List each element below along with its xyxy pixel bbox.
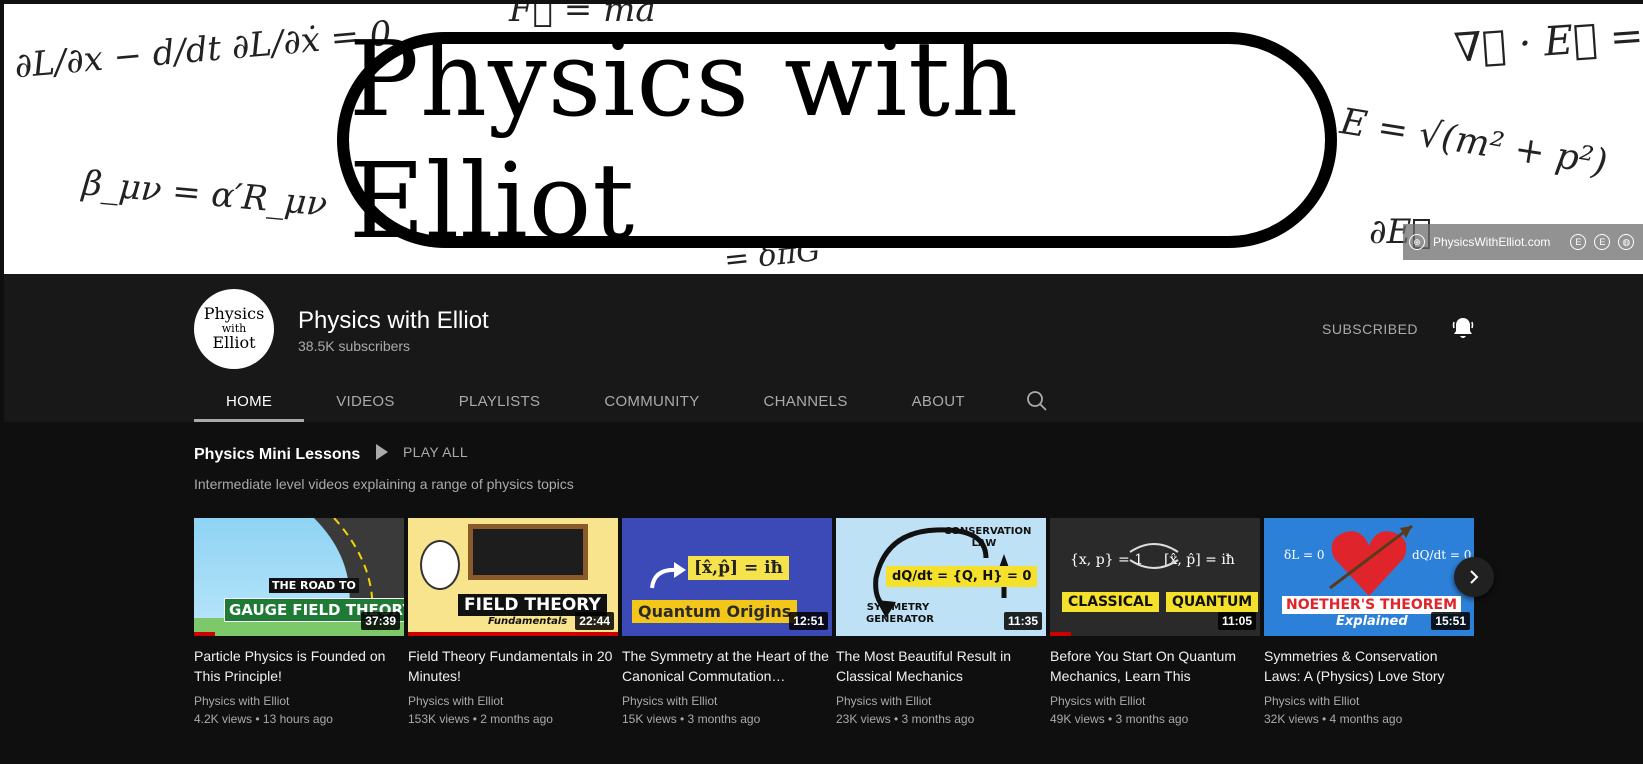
thumb-text: [x̂,p̂] = iħ (688, 556, 789, 580)
social-e-icon[interactable]: E (1594, 234, 1611, 250)
video-duration: 37:39 (361, 612, 400, 630)
video-thumbnail[interactable]: δL = 0 dQ/dt = 0 NOETHER'S THEOREM Expla… (1264, 518, 1474, 636)
tab-videos[interactable]: VIDEOS (304, 380, 426, 422)
video-channel[interactable]: Physics with Elliot (836, 694, 1046, 708)
video-channel[interactable]: Physics with Elliot (408, 694, 618, 708)
banner-links[interactable]: ⊕ PhysicsWithElliot.com E E ◍ (1403, 224, 1643, 260)
video-thumbnail[interactable]: {x, p} = 1 [x̂, p̂] = iħ CLASSICAL QUANT… (1050, 518, 1260, 636)
thumb-text: THE ROAD TO (269, 578, 359, 593)
video-duration: 15:51 (1431, 612, 1470, 630)
channel-name: Physics with Elliot (298, 307, 489, 334)
video-channel[interactable]: Physics with Elliot (1050, 694, 1260, 708)
video-shelf: THE ROAD TO GAUGE FIELD THEORY 37:39 Par… (194, 518, 1474, 738)
search-icon[interactable] (997, 380, 1077, 422)
watch-progress (1050, 632, 1071, 636)
tab-about[interactable]: ABOUT (880, 380, 997, 422)
video-card[interactable]: [x̂,p̂] = iħ Quantum Origins 12:51 The S… (622, 518, 832, 726)
video-thumbnail[interactable]: [x̂,p̂] = iħ Quantum Origins 12:51 (622, 518, 832, 636)
channel-header: Physics with Elliot Physics with Elliot … (4, 274, 1643, 422)
thumb-text: δL = 0 (1284, 548, 1325, 562)
video-card[interactable]: THE ROAD TO GAUGE FIELD THEORY 37:39 Par… (194, 518, 404, 726)
avatar-text: Elliot (212, 332, 256, 352)
play-all-button[interactable]: PLAY ALL (375, 443, 468, 461)
thumb-text: Explained (1336, 614, 1408, 629)
banner-title: Physics with Elliot (349, 18, 1020, 262)
tab-community[interactable]: COMMUNITY (572, 380, 731, 422)
notification-bell-icon[interactable] (1451, 316, 1475, 342)
banner-equation: β_μν = α′R_μν (80, 163, 329, 225)
video-meta: 32K views • 4 months ago (1264, 712, 1403, 726)
video-meta: 15K views • 3 months ago (622, 712, 761, 726)
video-meta: 4.2K views • 13 hours ago (194, 712, 333, 726)
channel-tabs: HOME VIDEOS PLAYLISTS COMMUNITY CHANNELS… (194, 380, 1077, 422)
video-card[interactable]: CONSERVATION LAW dQ/dt = {Q, H} = 0 SYMM… (836, 518, 1046, 726)
video-title[interactable]: Field Theory Fundamentals in 20 Minutes! (408, 646, 618, 686)
video-channel[interactable]: Physics with Elliot (1264, 694, 1474, 708)
play-all-label: PLAY ALL (403, 444, 468, 460)
watch-progress (408, 632, 618, 636)
tab-home[interactable]: HOME (194, 380, 305, 422)
video-meta: 23K views • 3 months ago (836, 712, 975, 726)
banner-title-box: Physics with Elliot (337, 18, 1337, 262)
video-title[interactable]: Particle Physics is Founded on This Prin… (194, 646, 404, 686)
video-title[interactable]: The Most Beautiful Result in Classical M… (836, 646, 1046, 686)
shelf-next-button[interactable] (1454, 557, 1494, 597)
video-duration: 11:05 (1217, 612, 1256, 630)
avatar[interactable]: Physics with Elliot (194, 289, 274, 369)
link-icon: ⊕ (1409, 234, 1425, 250)
channel-banner: ∂L/∂x − d/dt ∂L/∂ẋ = 0 F⃗ = ma ∇⃗ · E⃗ =… (0, 0, 1643, 274)
thumb-text: Quantum Origins (632, 600, 798, 623)
video-card[interactable]: δL = 0 dQ/dt = 0 NOETHER'S THEOREM Expla… (1264, 518, 1474, 726)
thumb-text: SYMMETRY GENERATOR (866, 602, 934, 625)
video-thumbnail[interactable]: THE ROAD TO GAUGE FIELD THEORY 37:39 (194, 518, 404, 636)
video-channel[interactable]: Physics with Elliot (622, 694, 832, 708)
globe-icon[interactable]: ◍ (1618, 234, 1635, 250)
video-title[interactable]: Before You Start On Quantum Mechanics, L… (1050, 646, 1260, 686)
avatar-text: Physics (203, 304, 265, 324)
video-meta: 49K views • 3 months ago (1050, 712, 1189, 726)
thumb-text: Fundamentals (488, 616, 568, 627)
tab-channels[interactable]: CHANNELS (732, 380, 880, 422)
thumb-text: CLASSICAL (1062, 592, 1159, 612)
video-meta: 153K views • 2 months ago (408, 712, 553, 726)
banner-art: ∂L/∂x − d/dt ∂L/∂ẋ = 0 F⃗ = ma ∇⃗ · E⃗ =… (4, 4, 1643, 274)
video-title[interactable]: The Symmetry at the Heart of the Canonic… (622, 646, 832, 686)
video-duration: 22:44 (575, 612, 614, 630)
watch-progress (194, 632, 215, 636)
video-thumbnail[interactable]: CONSERVATION LAW dQ/dt = {Q, H} = 0 SYMM… (836, 518, 1046, 636)
shelf-title[interactable]: Physics Mini Lessons (194, 446, 360, 464)
subscribed-button[interactable]: SUBSCRIBED (1322, 321, 1418, 337)
social-e-icon[interactable]: E (1570, 234, 1587, 250)
video-duration: 12:51 (789, 612, 828, 630)
play-icon (376, 444, 388, 460)
video-card[interactable]: FIELD THEORY Fundamentals 22:44 Field Th… (408, 518, 618, 726)
video-duration: 11:35 (1003, 612, 1042, 630)
video-card[interactable]: {x, p} = 1 [x̂, p̂] = iħ CLASSICAL QUANT… (1050, 518, 1260, 726)
video-channel[interactable]: Physics with Elliot (194, 694, 404, 708)
chevron-right-icon (1470, 570, 1479, 584)
video-title[interactable]: Symmetries & Conservation Laws: A (Physi… (1264, 646, 1474, 686)
thumb-text: dQ/dt = {Q, H} = 0 (886, 566, 1038, 587)
thumb-text: QUANTUM (1166, 592, 1259, 612)
subscriber-count: 38.5K subscribers (298, 338, 411, 354)
video-thumbnail[interactable]: FIELD THEORY Fundamentals 22:44 (408, 518, 618, 636)
thumb-text: CONSERVATION LAW (944, 526, 1032, 549)
shelf-description: Intermediate level videos explaining a r… (194, 476, 574, 492)
banner-equation: E = √(m² + p²) (1337, 101, 1611, 184)
banner-link[interactable]: PhysicsWithElliot.com (1433, 235, 1550, 249)
banner-equation: ∂L/∂x − d/dt ∂L/∂ẋ = 0 (12, 13, 394, 87)
tab-playlists[interactable]: PLAYLISTS (427, 380, 573, 422)
banner-equation: ∇⃗ · E⃗ = ρ (1452, 10, 1643, 72)
